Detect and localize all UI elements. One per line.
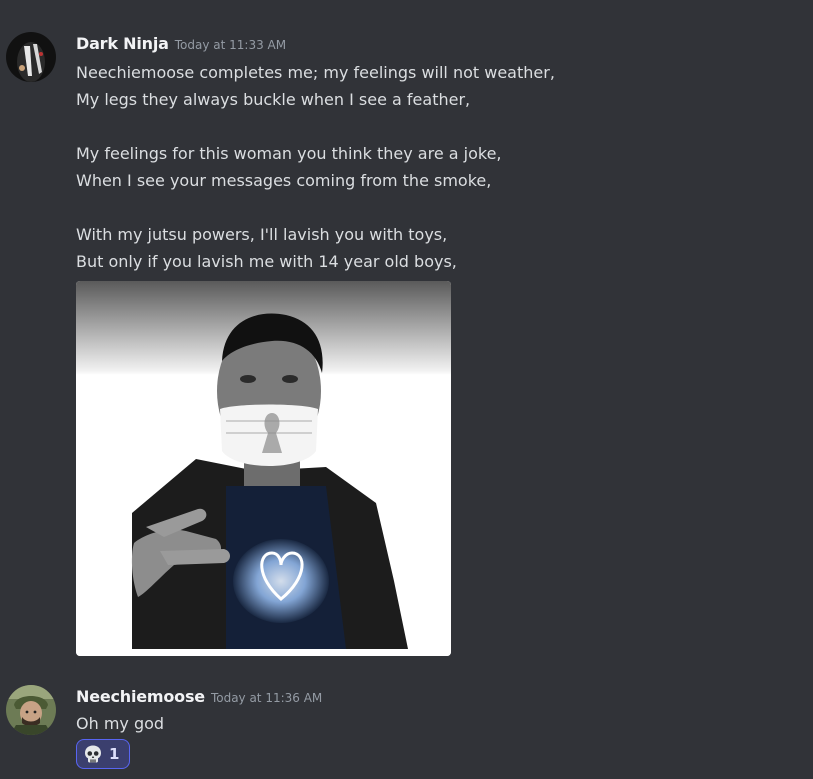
message-dark-ninja: Dark Ninja Today at 11:33 AM Neechiemoose… (0, 0, 813, 660)
message-header: Dark Ninja Today at 11:33 AM (76, 33, 286, 55)
avatar-dark-ninja[interactable] (6, 32, 56, 82)
username[interactable]: Dark Ninja (76, 34, 169, 53)
message-line: Oh my god (76, 714, 165, 733)
username[interactable]: Neechiemoose (76, 687, 205, 706)
reaction-count: 1 (109, 745, 120, 763)
skull-icon (83, 744, 103, 764)
message-line: With my jutsu powers, I'll lavish you wi… (76, 225, 448, 244)
message-content: Oh my god (76, 710, 164, 737)
timestamp[interactable]: Today at 11:33 AM (175, 38, 286, 52)
message-line: My feelings for this woman you think the… (76, 144, 502, 163)
timestamp[interactable]: Today at 11:36 AM (211, 691, 322, 705)
message-content: Neechiemoose completes me; my feelings w… (76, 59, 555, 275)
message-line: But only if you lavish me with 14 year o… (76, 252, 457, 271)
avatar-neechiemoose[interactable] (6, 685, 56, 735)
message-line: My legs they always buckle when I see a … (76, 90, 471, 109)
avatar-image (6, 32, 56, 82)
avatar-image (6, 685, 56, 735)
message-line: Neechiemoose completes me; my feelings w… (76, 63, 555, 82)
message-line: When I see your messages coming from the… (76, 171, 492, 190)
message-line (76, 194, 555, 221)
message-header: Neechiemoose Today at 11:36 AM (76, 686, 322, 708)
message-line (76, 113, 555, 140)
reaction-skull[interactable]: 1 (76, 739, 130, 769)
attachment-photo (76, 281, 451, 656)
image-attachment[interactable] (76, 281, 451, 656)
